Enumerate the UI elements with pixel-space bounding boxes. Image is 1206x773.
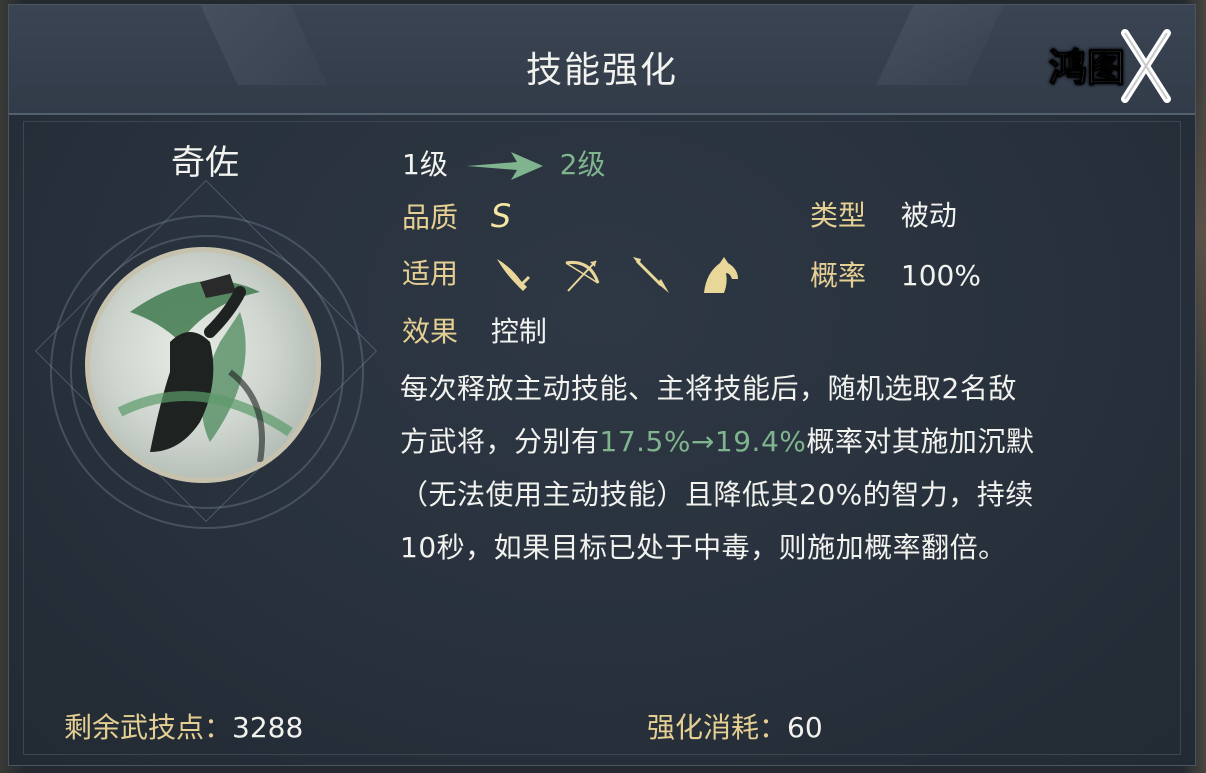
applicable-label: 适用 xyxy=(402,257,459,290)
probability-change-highlight: 17.5%→19.4% xyxy=(599,425,807,458)
description-line-1: 每次释放主动技能、主将技能后，随机选取2名敌 xyxy=(400,372,1017,405)
description-line-4: 10秒，如果目标已处于中毒，则施加概率翻倍。 xyxy=(400,531,1007,564)
skill-description: 每次释放主动技能、主将技能后，随机选取2名敌 方武将，分别有17.5%→19.4… xyxy=(400,362,1160,574)
probability-value: 100% xyxy=(900,259,981,292)
effect-value: 控制 xyxy=(490,315,547,348)
spear-icon xyxy=(629,253,673,297)
logo-icon: 鸿图 xyxy=(1049,29,1171,103)
description-line-3: （无法使用主动技能）且降低其20%的智力，持续 xyxy=(400,478,1034,511)
remaining-skill-points: 剩余武技点：3288 xyxy=(64,706,303,746)
probability-label: 概率 xyxy=(810,259,867,292)
description-line-2-suffix: 概率对其施加沉默 xyxy=(806,425,1035,458)
game-logo: 鸿图 xyxy=(1045,25,1173,105)
bow-icon xyxy=(560,253,604,297)
hero-name: 奇佐 xyxy=(171,143,239,183)
skill-art-icon xyxy=(117,274,293,463)
applicable-row: 适用 xyxy=(402,252,758,297)
effect-row: 效果 控制 xyxy=(402,310,547,350)
probability-row: 概率 100% xyxy=(810,254,981,294)
type-value: 被动 xyxy=(900,199,957,232)
quality-value: S xyxy=(490,197,512,235)
quality-label: 品质 xyxy=(402,201,459,234)
level-row: 1级 2级 xyxy=(402,143,605,183)
level-to: 2级 xyxy=(559,148,606,181)
dialog-title: 技能强化 xyxy=(525,50,678,91)
level-arrow-icon xyxy=(466,152,543,180)
type-label: 类型 xyxy=(810,199,867,232)
title-bar: 技能强化 鸿图 xyxy=(9,5,1195,115)
horse-icon xyxy=(698,253,742,297)
cost-value: 60 xyxy=(787,711,823,744)
remaining-value: 3288 xyxy=(232,711,304,744)
description-line-2-prefix: 方武将，分别有 xyxy=(400,425,600,458)
svg-text:鸿图: 鸿图 xyxy=(1049,45,1125,90)
remaining-label: 剩余武技点： xyxy=(64,711,233,744)
cost-label: 强化消耗： xyxy=(647,711,788,744)
skill-portrait-image xyxy=(85,247,321,483)
quality-row: 品质 S xyxy=(402,196,511,236)
enhance-cost: 强化消耗：60 xyxy=(647,706,823,746)
sword-icon xyxy=(491,253,535,297)
effect-label: 效果 xyxy=(402,315,459,348)
level-from: 1级 xyxy=(402,148,448,181)
description-line-2: 方武将，分别有17.5%→19.4%概率对其施加沉默 xyxy=(400,415,1160,468)
type-row: 类型 被动 xyxy=(810,194,957,234)
skill-portrait-frame xyxy=(30,179,380,555)
